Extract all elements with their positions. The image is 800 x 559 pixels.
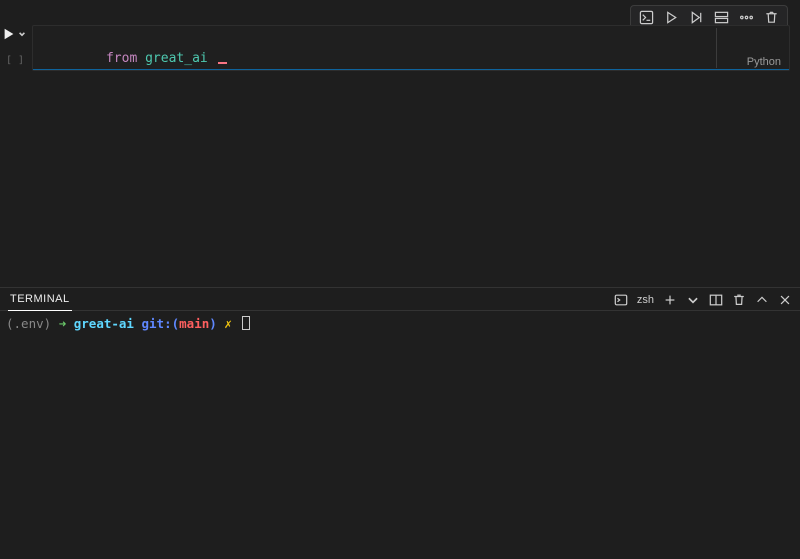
split-terminal-icon[interactable] <box>709 293 723 307</box>
run-cell-icon[interactable] <box>664 10 679 25</box>
run-below-icon[interactable] <box>689 10 704 25</box>
panel-header: TERMINAL zsh <box>0 287 800 311</box>
terminal-content[interactable]: (.env) ➜ great-ai git:(main) ✗ <box>6 316 794 331</box>
more-icon[interactable] <box>739 10 754 25</box>
cell-focus-indicator <box>33 69 789 71</box>
kill-terminal-icon[interactable] <box>732 293 746 307</box>
tab-terminal[interactable]: TERMINAL <box>8 287 72 311</box>
code-cell[interactable]: from great_ai Python <box>32 25 790 71</box>
cell-divider <box>716 28 717 68</box>
chevron-down-icon[interactable] <box>18 27 26 41</box>
prompt-dir: great-ai <box>74 316 134 331</box>
prompt-git-prefix: git: <box>142 316 172 331</box>
error-squiggle <box>218 62 227 64</box>
module-name: great_ai <box>145 51 208 66</box>
split-cell-icon[interactable] <box>714 10 729 25</box>
new-terminal-icon[interactable] <box>663 293 677 307</box>
close-panel-icon[interactable] <box>778 293 792 307</box>
maximize-panel-icon[interactable] <box>755 293 769 307</box>
prompt-git-open: ( <box>172 316 180 331</box>
execution-count: [ ] <box>6 55 24 66</box>
prompt-arrow: ➜ <box>59 316 67 331</box>
editor-area: [ ] from great_ai Python <box>0 0 800 280</box>
code-content[interactable]: from great_ai <box>59 36 227 81</box>
chevron-down-icon[interactable] <box>686 293 700 307</box>
prompt-env: (.env) <box>6 316 51 331</box>
prompt-git-branch: main <box>179 316 209 331</box>
panel-actions: zsh <box>614 288 792 312</box>
terminal-cursor <box>242 316 250 330</box>
trash-icon[interactable] <box>764 10 779 25</box>
run-cell-button[interactable] <box>2 27 26 41</box>
python-env-icon[interactable] <box>639 10 654 25</box>
keyword-from: from <box>106 51 137 66</box>
prompt-git-close: ) <box>209 316 217 331</box>
terminal-profile-icon[interactable] <box>614 293 628 307</box>
prompt-dirty-icon: ✗ <box>224 316 232 331</box>
terminal-shell-label[interactable]: zsh <box>637 294 654 306</box>
cell-language-label[interactable]: Python <box>747 56 781 68</box>
